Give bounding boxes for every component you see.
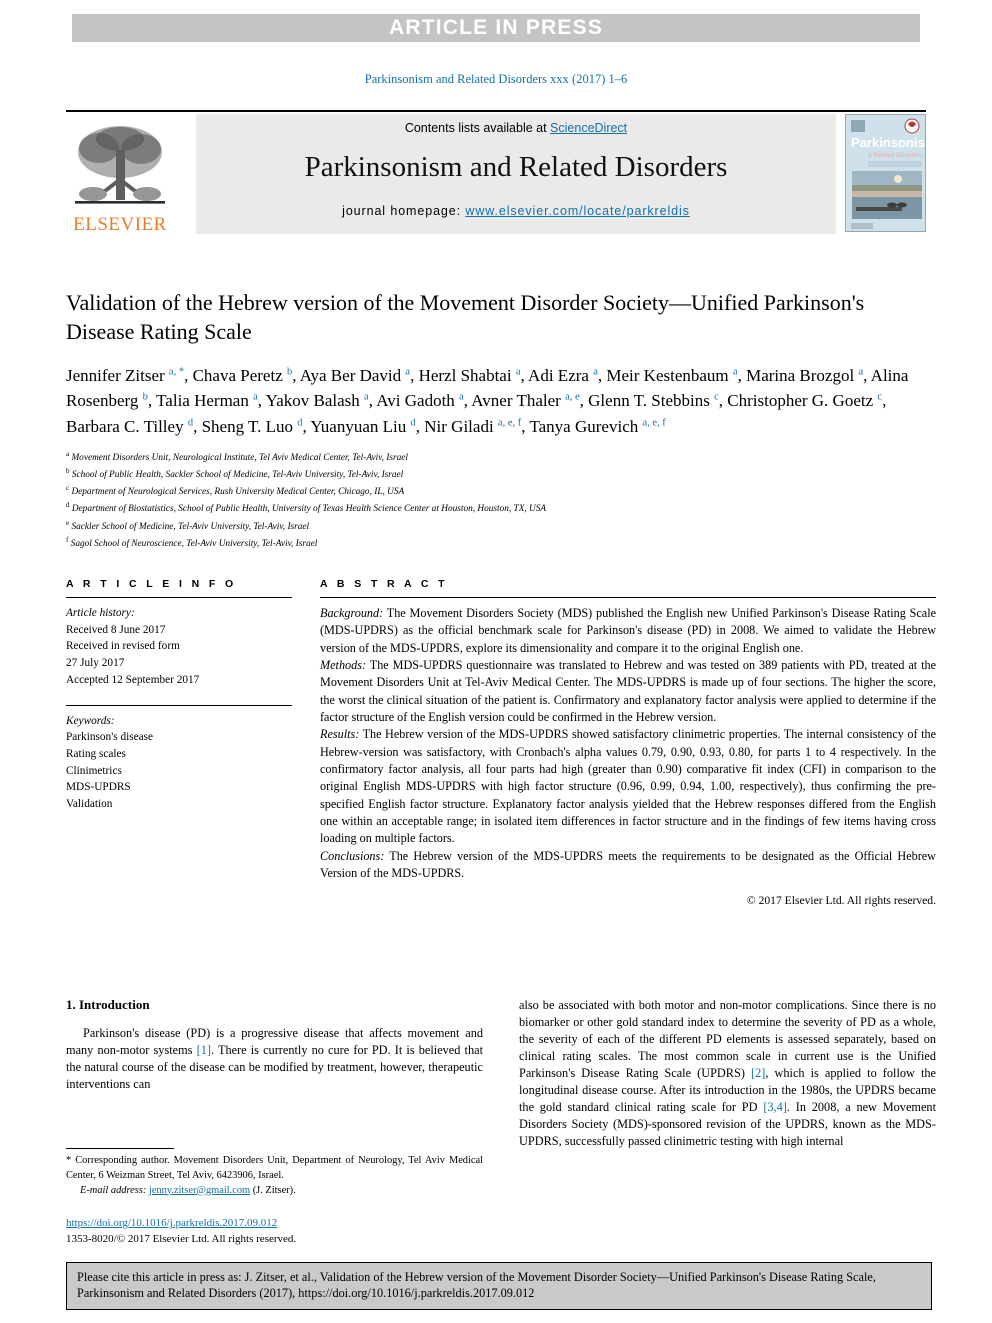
affiliation-text: Department of Neurological Services, Rus… (71, 487, 405, 498)
keyword-item: Parkinson's disease (66, 731, 154, 744)
keywords-block: Keywords: Parkinson's disease Rating sca… (66, 713, 292, 813)
affiliation-text: Sagol School of Neuroscience, Tel-Aviv U… (70, 538, 318, 549)
keyword-item: Validation (66, 798, 113, 811)
history-line: Received in revised form (66, 640, 180, 653)
history-line: Accepted 12 September 2017 (66, 673, 200, 686)
running-head: Parkinsonism and Related Disorders xxx (… (364, 72, 628, 86)
info-abstract-section: A R T I C L E I N F O Article history: R… (66, 578, 936, 907)
journal-info-box: Contents lists available at ScienceDirec… (196, 114, 836, 234)
email-suffix: (J. Zitser). (250, 1184, 296, 1196)
article-in-press-banner: ARTICLE IN PRESS (72, 14, 920, 42)
abstract-section-label: Results: (320, 727, 360, 742)
author-list: Jennifer Zitser a, *, Chava Peretz b, Ay… (66, 365, 909, 436)
affiliation-text: Sackler School of Medicine, Tel-Aviv Uni… (71, 521, 310, 532)
affiliation-mark: f (66, 535, 69, 544)
svg-text:& Related Disorders: & Related Disorders (868, 153, 922, 159)
journal-masthead: ELSEVIER Contents lists available at Sci… (66, 110, 926, 234)
introduction-heading: 1. Introduction (66, 997, 150, 1012)
journal-cover-image: Parkinsonism & Related Disorders (846, 115, 926, 231)
journal-title: Parkinsonism and Related Disorders (304, 151, 728, 183)
body-columns: 1. Introduction Parkinson's disease (PD)… (66, 997, 936, 1247)
homepage-prefix: journal homepage: (342, 204, 466, 218)
corresponding-author-note: * Corresponding author. Movement Disorde… (66, 1155, 483, 1181)
issn-copyright-line: 1353-8020/© 2017 Elsevier Ltd. All right… (66, 1232, 297, 1245)
affiliation-mark: c (66, 484, 70, 493)
affiliation-mark: a (66, 450, 70, 458)
abstract-section-label: Methods: (320, 657, 367, 672)
affiliation-item: b School of Public Health, Sackler Schoo… (66, 466, 936, 483)
abstract-rule (320, 597, 936, 598)
journal-homepage-link[interactable]: www.elsevier.com/locate/parkreldis (465, 204, 689, 218)
affiliation-item: a Movement Disorders Unit, Neurological … (66, 449, 936, 466)
body-column-right: also be associated with both motor and n… (519, 997, 936, 1247)
abstract-section-text: The Hebrew version of the MDS-UPDRS show… (320, 727, 936, 846)
sciencedirect-link[interactable]: ScienceDirect (550, 121, 627, 135)
abstract-section-text: The MDS-UPDRS questionnaire was translat… (320, 657, 936, 724)
svg-text:Parkinsonism: Parkinsonism (851, 135, 926, 150)
affiliation-text: Movement Disorders Unit, Neurological In… (71, 453, 408, 464)
contents-prefix: Contents lists available at (404, 121, 551, 135)
abstract-section-label: Conclusions: (320, 848, 385, 863)
article-info-heading: A R T I C L E I N F O (66, 578, 237, 590)
introduction-paragraph-left: Parkinson's disease (PD) is a progressiv… (66, 1026, 483, 1091)
email-link[interactable]: jenny.zitser@gmail.com (149, 1185, 250, 1196)
article-in-press-label: ARTICLE IN PRESS (388, 16, 604, 39)
footnote-block: * Corresponding author. Movement Disorde… (66, 1148, 483, 1198)
abstract-copyright: © 2017 Elsevier Ltd. All rights reserved… (746, 894, 936, 908)
email-label: E-mail address: (80, 1184, 147, 1196)
masthead-top-rule (66, 110, 926, 112)
history-line: Received 8 June 2017 (66, 623, 166, 636)
affiliation-item: f Sagol School of Neuroscience, Tel-Aviv… (66, 535, 936, 552)
abstract-paragraph: Results: The Hebrew version of the MDS-U… (320, 726, 936, 847)
title-block: Validation of the Hebrew version of the … (66, 288, 936, 552)
article-history-block: Article history: Received 8 June 2017 Re… (66, 605, 292, 689)
keyword-item: MDS-UPDRS (66, 781, 131, 794)
affiliation-mark: e (66, 518, 70, 527)
email-note: E-mail address: jenny.zitser@gmail.com (… (66, 1184, 483, 1199)
keyword-item: Clinimetrics (66, 764, 122, 777)
abstract-heading: A B S T R A C T (320, 578, 448, 590)
affiliation-item: d Department of Biostatistics, School of… (66, 500, 936, 517)
article-info-column: A R T I C L E I N F O Article history: R… (66, 578, 292, 907)
elsevier-tree-icon (75, 126, 165, 204)
abstract-column: A B S T R A C T Background: The Movement… (320, 578, 936, 907)
introduction-paragraph-right: also be associated with both motor and n… (519, 998, 936, 1148)
abstract-section-text: The Movement Disorders Society (MDS) pub… (320, 606, 936, 655)
keywords-label: Keywords: (66, 714, 115, 727)
article-info-rule (66, 597, 292, 598)
affiliation-text: Department of Biostatistics, School of P… (71, 504, 547, 515)
doi-block: https://doi.org/10.1016/j.parkreldis.201… (66, 1216, 483, 1248)
affiliation-mark: d (66, 501, 70, 510)
affiliation-list: a Movement Disorders Unit, Neurological … (66, 449, 936, 552)
history-line: 27 July 2017 (66, 657, 125, 670)
doi-link[interactable]: https://doi.org/10.1016/j.parkreldis.201… (66, 1217, 277, 1229)
journal-cover-thumbnail: Parkinsonism & Related Disorders (845, 114, 926, 232)
abstract-section-label: Background: (320, 606, 384, 620)
elsevier-wordmark: ELSEVIER (73, 214, 167, 235)
page-title: Validation of the Hebrew version of the … (66, 290, 865, 345)
keyword-item: Rating scales (66, 748, 126, 761)
cite-this-article-text: Please cite this article in press as: J.… (77, 1270, 876, 1301)
abstract-section-text: The Hebrew version of the MDS-UPDRS meet… (320, 848, 936, 880)
journal-homepage-line: journal homepage: www.elsevier.com/locat… (196, 204, 836, 218)
abstract-paragraph: Conclusions: The Hebrew version of the M… (320, 848, 936, 883)
body-column-left: 1. Introduction Parkinson's disease (PD)… (66, 997, 483, 1247)
affiliation-text: School of Public Health, Sackler School … (71, 470, 404, 481)
affiliation-mark: b (66, 467, 70, 476)
article-history-label: Article history: (66, 607, 135, 619)
cite-this-article-box: Please cite this article in press as: J.… (66, 1262, 932, 1310)
footnote-rule (66, 1148, 174, 1149)
abstract-paragraph: Methods: The MDS-UPDRS questionnaire was… (320, 657, 936, 726)
elsevier-logo: ELSEVIER (66, 114, 174, 234)
contents-available-line: Contents lists available at ScienceDirec… (196, 121, 836, 135)
abstract-body: Background: The Movement Disorders Socie… (320, 605, 936, 882)
affiliation-item: c Department of Neurological Services, R… (66, 483, 936, 500)
abstract-paragraph: Background: The Movement Disorders Socie… (320, 605, 936, 657)
keywords-rule (66, 704, 292, 706)
affiliation-item: e Sackler School of Medicine, Tel-Aviv U… (66, 518, 936, 535)
